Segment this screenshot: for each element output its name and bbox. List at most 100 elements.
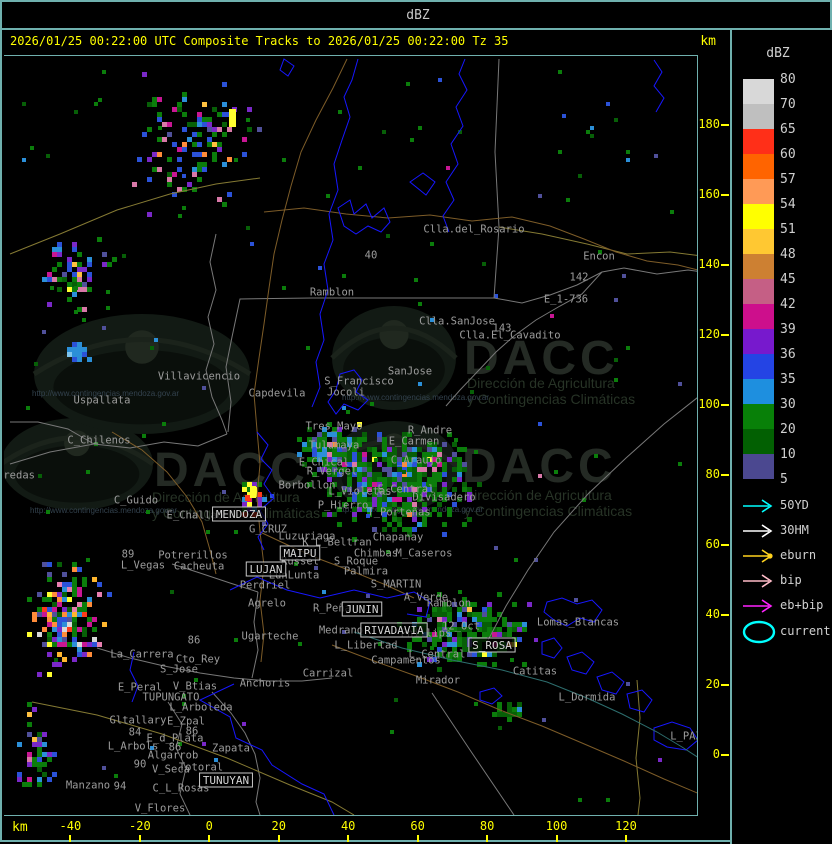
place-label: Carrizal xyxy=(303,668,354,680)
colorbar-swatch xyxy=(743,304,774,329)
right-axis-tick-label: 60 xyxy=(705,537,720,551)
place-label: R_Vergel xyxy=(307,466,358,478)
echo-pixel xyxy=(217,147,222,152)
echo-pixel xyxy=(132,182,137,187)
echo-pixel xyxy=(457,612,462,617)
echo-pixel xyxy=(462,522,467,527)
echo-pixel xyxy=(122,254,126,258)
echo-pixel xyxy=(67,582,72,587)
echo-pixel xyxy=(482,617,487,622)
echo-pixel xyxy=(62,612,67,617)
echo-pixel xyxy=(362,452,367,457)
colorbar-value-label: 36 xyxy=(780,347,796,362)
echo-pixel xyxy=(437,512,442,517)
echo-pixel xyxy=(177,157,182,162)
bottom-axis-tick-label: -40 xyxy=(59,819,82,833)
echo-pixel xyxy=(510,658,514,662)
echo-pixel xyxy=(47,617,52,622)
echo-pixel xyxy=(62,587,67,592)
echo-pixel xyxy=(182,97,187,102)
echo-pixel xyxy=(57,262,62,267)
echo-pixel xyxy=(167,122,172,127)
echo-pixel xyxy=(397,472,402,477)
echo-pixel xyxy=(62,582,67,587)
echo-pixel xyxy=(42,607,47,612)
echo-pixel xyxy=(67,617,72,622)
echo-pixel xyxy=(447,457,452,462)
echo-pixel xyxy=(37,742,42,747)
echo-pixel xyxy=(322,512,327,517)
colorbar-value-label: 70 xyxy=(780,97,796,112)
echo-pixel xyxy=(67,597,72,602)
colorbar-value-label: 65 xyxy=(780,122,796,137)
echo-pixel xyxy=(494,546,498,550)
echo-pixel xyxy=(52,662,57,667)
echo-pixel xyxy=(422,522,427,527)
echo-pixel xyxy=(52,592,57,597)
echo-pixel xyxy=(427,477,432,482)
echo-pixel xyxy=(432,507,437,512)
right-axis-tick xyxy=(721,474,729,476)
echo-pixel xyxy=(77,567,82,572)
echo-pixel xyxy=(86,470,90,474)
colorbar-swatch xyxy=(743,254,774,279)
echo-pixel xyxy=(392,497,397,502)
echo-pixel xyxy=(72,347,77,352)
echo-pixel xyxy=(538,474,542,478)
echo-pixel xyxy=(482,652,487,657)
echo-pixel xyxy=(382,447,387,452)
echo-pixel xyxy=(234,638,238,642)
place-label: 40 xyxy=(365,250,378,262)
echo-pixel xyxy=(147,102,152,107)
radar-map-canvas[interactable]: DACC Dirección de Agricultura y Contingenc… xyxy=(4,55,698,816)
place-label: L_Vegas xyxy=(121,560,165,572)
dacc-watermark-subtitle: Dirección de Agricultura xyxy=(467,375,615,391)
echo-pixel xyxy=(87,597,92,602)
place-label: Capdevila xyxy=(249,388,306,400)
echo-pixel xyxy=(22,158,26,162)
echo-pixel xyxy=(57,247,62,252)
echo-pixel xyxy=(62,572,67,577)
right-axis-tick xyxy=(721,754,729,756)
echo-pixel xyxy=(27,752,32,757)
place-label: Cacheuta xyxy=(174,561,225,573)
right-axis-tick-label: 100 xyxy=(698,397,720,411)
echo-pixel xyxy=(430,242,434,246)
colorbar-value-label: 80 xyxy=(780,72,796,87)
right-axis-tick-label: 40 xyxy=(705,607,720,621)
right-axis-tick xyxy=(721,404,729,406)
place-label: L_Arboleda xyxy=(169,702,232,714)
echo-pixel xyxy=(247,127,252,132)
echo-pixel xyxy=(362,467,367,472)
echo-pixel xyxy=(72,632,77,637)
header-bar: 2026/01/25 00:22:00 UTC Composite Tracks… xyxy=(4,30,730,55)
colorbar-swatch xyxy=(743,379,774,404)
echo-pixel xyxy=(72,242,77,247)
echo-pixel xyxy=(17,772,22,777)
place-label: M_Caseros xyxy=(396,548,453,560)
echo-pixel xyxy=(447,642,452,647)
colorbar-swatch xyxy=(743,329,774,354)
radar-map-svg[interactable]: DACCDirección de Agriculturay Contingenc… xyxy=(4,56,697,815)
place-label: Tres_Mayo xyxy=(306,421,363,433)
echo-pixel xyxy=(27,777,32,782)
echo-pixel xyxy=(418,126,422,130)
echo-pixel xyxy=(32,617,37,622)
echo-pixel xyxy=(394,698,398,702)
echo-pixel xyxy=(442,522,447,527)
echo-pixel xyxy=(52,752,57,757)
radar-app: dBZ 2026/01/25 00:22:00 UTC Composite Tr… xyxy=(0,0,832,844)
echo-pixel xyxy=(97,592,102,597)
echo-pixel xyxy=(462,482,467,487)
echo-pixel xyxy=(347,477,352,482)
echo-pixel xyxy=(47,577,52,582)
echo-pixel xyxy=(142,132,147,137)
echo-pixel xyxy=(222,490,226,494)
echo-pixel xyxy=(47,592,52,597)
echo-pixel xyxy=(52,637,57,642)
city-label: S_ROSA xyxy=(472,639,512,652)
water-boundary-line xyxy=(279,58,295,77)
echo-pixel xyxy=(507,717,512,722)
echo-pixel xyxy=(47,277,52,282)
echo-pixel xyxy=(442,612,447,617)
